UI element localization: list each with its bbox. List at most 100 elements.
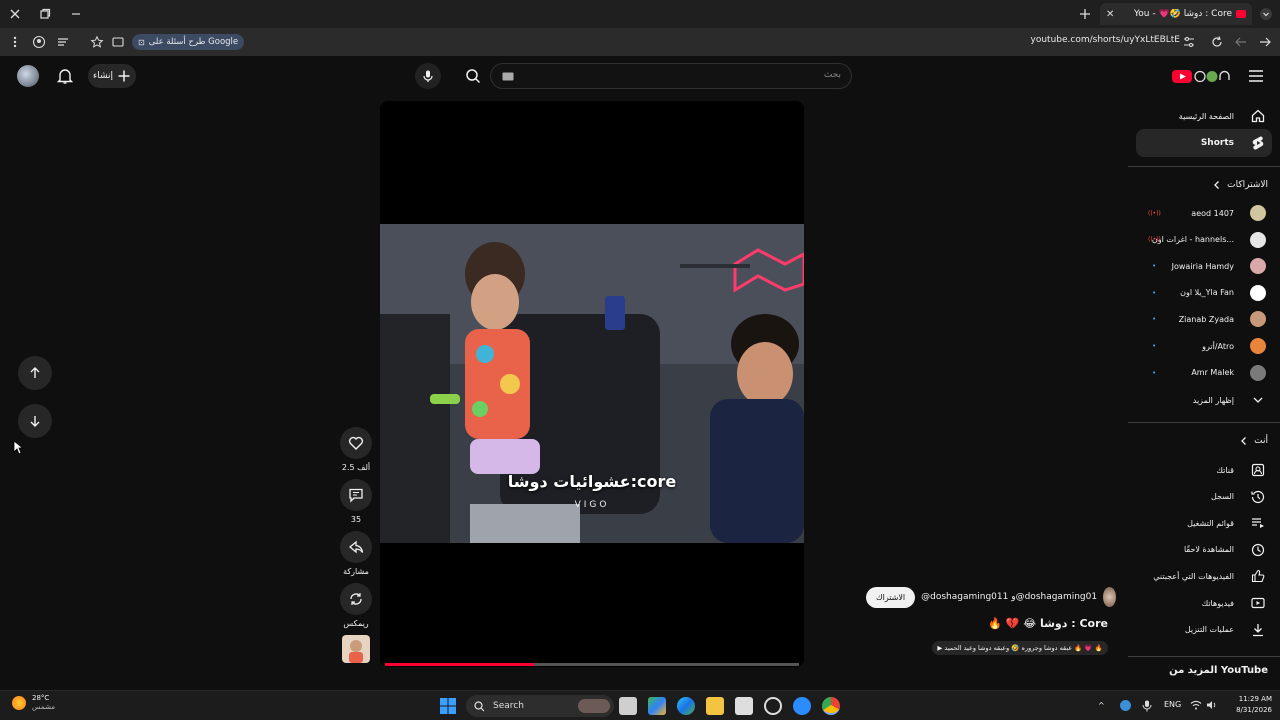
sidebar-item-label: إظهار المزيد	[1192, 395, 1234, 405]
sidebar-item-subscription[interactable]: • Amr Malek	[1136, 359, 1272, 387]
tray-chevron-up-icon[interactable]: ^	[1098, 701, 1105, 710]
sidebar-item-show-more[interactable]: إظهار المزيد	[1136, 386, 1272, 414]
subscriptions-header[interactable]: الاشتراكات	[1213, 180, 1268, 190]
sidebar-item-you-4[interactable]: الفيديوهات التي أعجبتني	[1136, 562, 1272, 590]
sidebar-item-label: Shorts	[1200, 138, 1234, 148]
weather-widget[interactable]: 28°C مشمس	[12, 694, 55, 712]
back-arrow-icon[interactable]	[1258, 35, 1272, 49]
windows-start-icon[interactable]	[439, 697, 457, 715]
app-icon[interactable]	[764, 697, 782, 715]
create-button[interactable]: إنشاء	[88, 64, 136, 88]
forward-arrow-icon[interactable]	[1234, 35, 1248, 49]
shorts-video-player[interactable]: عشوائيات دوشا:core VIGO	[380, 101, 804, 667]
sidebar-item-you-2[interactable]: قوائم التشغيل	[1136, 509, 1272, 537]
task-view-icon[interactable]	[619, 697, 637, 715]
search-placeholder: بحث	[823, 70, 841, 80]
microphone-tray-icon[interactable]	[1142, 700, 1152, 712]
language-indicator[interactable]: ENG	[1164, 700, 1181, 709]
like-button[interactable]	[340, 427, 372, 459]
sidebar-item-label: اغرات اون - hannels...	[1151, 235, 1234, 245]
sidebar-item-you-5[interactable]: فيديوهاتك	[1136, 589, 1272, 617]
avatar	[1250, 258, 1266, 275]
sidebar-item-you-0[interactable]: قناتك	[1136, 456, 1272, 484]
video-tag-chip[interactable]: ▶ عبقه دوشا وجروره 🤣 وعبقه دوشا وعيد الح…	[932, 641, 1108, 655]
taskbar-search[interactable]: Search	[466, 695, 614, 717]
keyboard-icon[interactable]	[502, 72, 514, 81]
sidebar-item-shorts[interactable]: Shorts	[1136, 129, 1272, 157]
chrome-icon[interactable]	[822, 697, 840, 715]
menu-dots-icon[interactable]	[8, 35, 22, 49]
sidebar-item-subscription[interactable]: • يلا اون_Yla Fan	[1136, 279, 1272, 307]
channel-name[interactable]: @doshagaming011 و@doshagaming01	[921, 592, 1097, 602]
youtube-doodle-logo[interactable]	[1172, 68, 1230, 84]
channel-avatar[interactable]	[1103, 587, 1116, 607]
new-content-dot-icon: •	[1152, 368, 1157, 377]
widgets-icon[interactable]	[648, 697, 666, 715]
notifications-bell-icon[interactable]	[56, 67, 74, 85]
subscribe-button[interactable]: الاشتراك	[866, 586, 916, 608]
install-app-icon[interactable]	[111, 35, 125, 49]
previous-short-button[interactable]	[18, 356, 52, 390]
search-button[interactable]	[456, 63, 490, 89]
minimize-window-icon[interactable]	[69, 7, 83, 21]
share-button[interactable]	[340, 531, 372, 563]
sidebar-item-you-3[interactable]: المشاهدة لاحقًا	[1136, 536, 1272, 564]
heart-icon	[348, 435, 364, 451]
video-progress-bar[interactable]	[385, 663, 799, 666]
sidebar-item-subscription[interactable]: • Jowairia Hamdy	[1136, 252, 1272, 280]
reading-list-icon[interactable]	[56, 35, 70, 49]
store-icon[interactable]	[735, 697, 753, 715]
like-action[interactable]: 2.5 ألف	[340, 427, 372, 472]
guide-menu-icon[interactable]	[1247, 68, 1265, 84]
weather-desc: مشمس	[32, 703, 55, 711]
app-blue-icon[interactable]	[793, 697, 811, 715]
bookmark-star-icon[interactable]	[90, 35, 104, 49]
downloads-icon	[1248, 620, 1268, 640]
remix-action[interactable]: ريمكس	[340, 583, 372, 628]
site-settings-icon[interactable]	[1182, 35, 1196, 49]
next-short-button[interactable]	[18, 404, 52, 438]
sidebar-item-subscription[interactable]: • Zianab Zyada	[1136, 305, 1272, 333]
voice-search-button[interactable]	[415, 63, 441, 89]
file-explorer-icon[interactable]	[706, 697, 724, 715]
volume-icon[interactable]	[1206, 700, 1218, 710]
share-action[interactable]: مشاركة	[340, 531, 372, 576]
sidebar-item-you-6[interactable]: عمليات التنزيل	[1136, 616, 1272, 644]
restore-window-icon[interactable]	[38, 7, 52, 21]
remix-button[interactable]	[340, 583, 372, 615]
wifi-icon[interactable]	[1190, 700, 1202, 710]
new-content-dot-icon: •	[1152, 288, 1157, 297]
edge-icon[interactable]	[677, 697, 695, 715]
close-tab-icon[interactable]: ✕	[1106, 9, 1114, 20]
new-tab-icon[interactable]	[1078, 7, 1092, 21]
active-tab[interactable]: ✕ Core : دوشا 🤣💗 - You	[1100, 3, 1252, 25]
avatar	[1250, 231, 1266, 248]
video-progress-fill	[385, 663, 535, 666]
channel-row: الاشتراك @doshagaming011 و@doshagaming01	[866, 585, 1116, 609]
live-indicator-icon: ((•))	[1148, 236, 1161, 244]
sidebar-item-subscription[interactable]: ((•)) aeod 1407	[1136, 199, 1272, 227]
sidebar-item-subscription[interactable]: ((•)) اغرات اون - hannels...	[1136, 226, 1272, 254]
sidebar-item-home[interactable]: الصفحة الرئيسية	[1136, 102, 1272, 130]
taskbar-clock[interactable]: 11:29 AM 8/31/2026	[1226, 694, 1272, 716]
comment-button[interactable]	[340, 479, 372, 511]
google-lens-chip[interactable]: ⊡ طرح أسئلة على Google	[132, 34, 245, 50]
sidebar-divider	[1128, 166, 1280, 167]
url-text[interactable]: youtube.com/shorts/uyYxLtEBLtE	[1000, 35, 1180, 45]
sound-thumbnail[interactable]	[342, 635, 370, 663]
search-input[interactable]: بحث	[490, 63, 852, 89]
tab-search-icon[interactable]	[1259, 7, 1273, 21]
close-window-icon[interactable]	[8, 7, 22, 21]
subscriptions-header-label: الاشتراكات	[1227, 180, 1268, 190]
sun-icon	[12, 696, 26, 710]
comment-action[interactable]: 35	[340, 479, 372, 524]
tray-app-icon[interactable]	[1120, 700, 1131, 711]
you-header[interactable]: أنت	[1240, 436, 1268, 446]
video-title: 🔥 💔 😂 دوشا : Core	[988, 617, 1108, 630]
sidebar-item-you-1[interactable]: السجل	[1136, 483, 1272, 511]
profile-icon[interactable]	[32, 35, 46, 49]
taskbar-search-label: Search	[493, 701, 524, 711]
avatar[interactable]	[17, 65, 39, 87]
reload-icon[interactable]	[1210, 35, 1224, 49]
sidebar-item-subscription[interactable]: • أترو/Atro	[1136, 332, 1272, 360]
